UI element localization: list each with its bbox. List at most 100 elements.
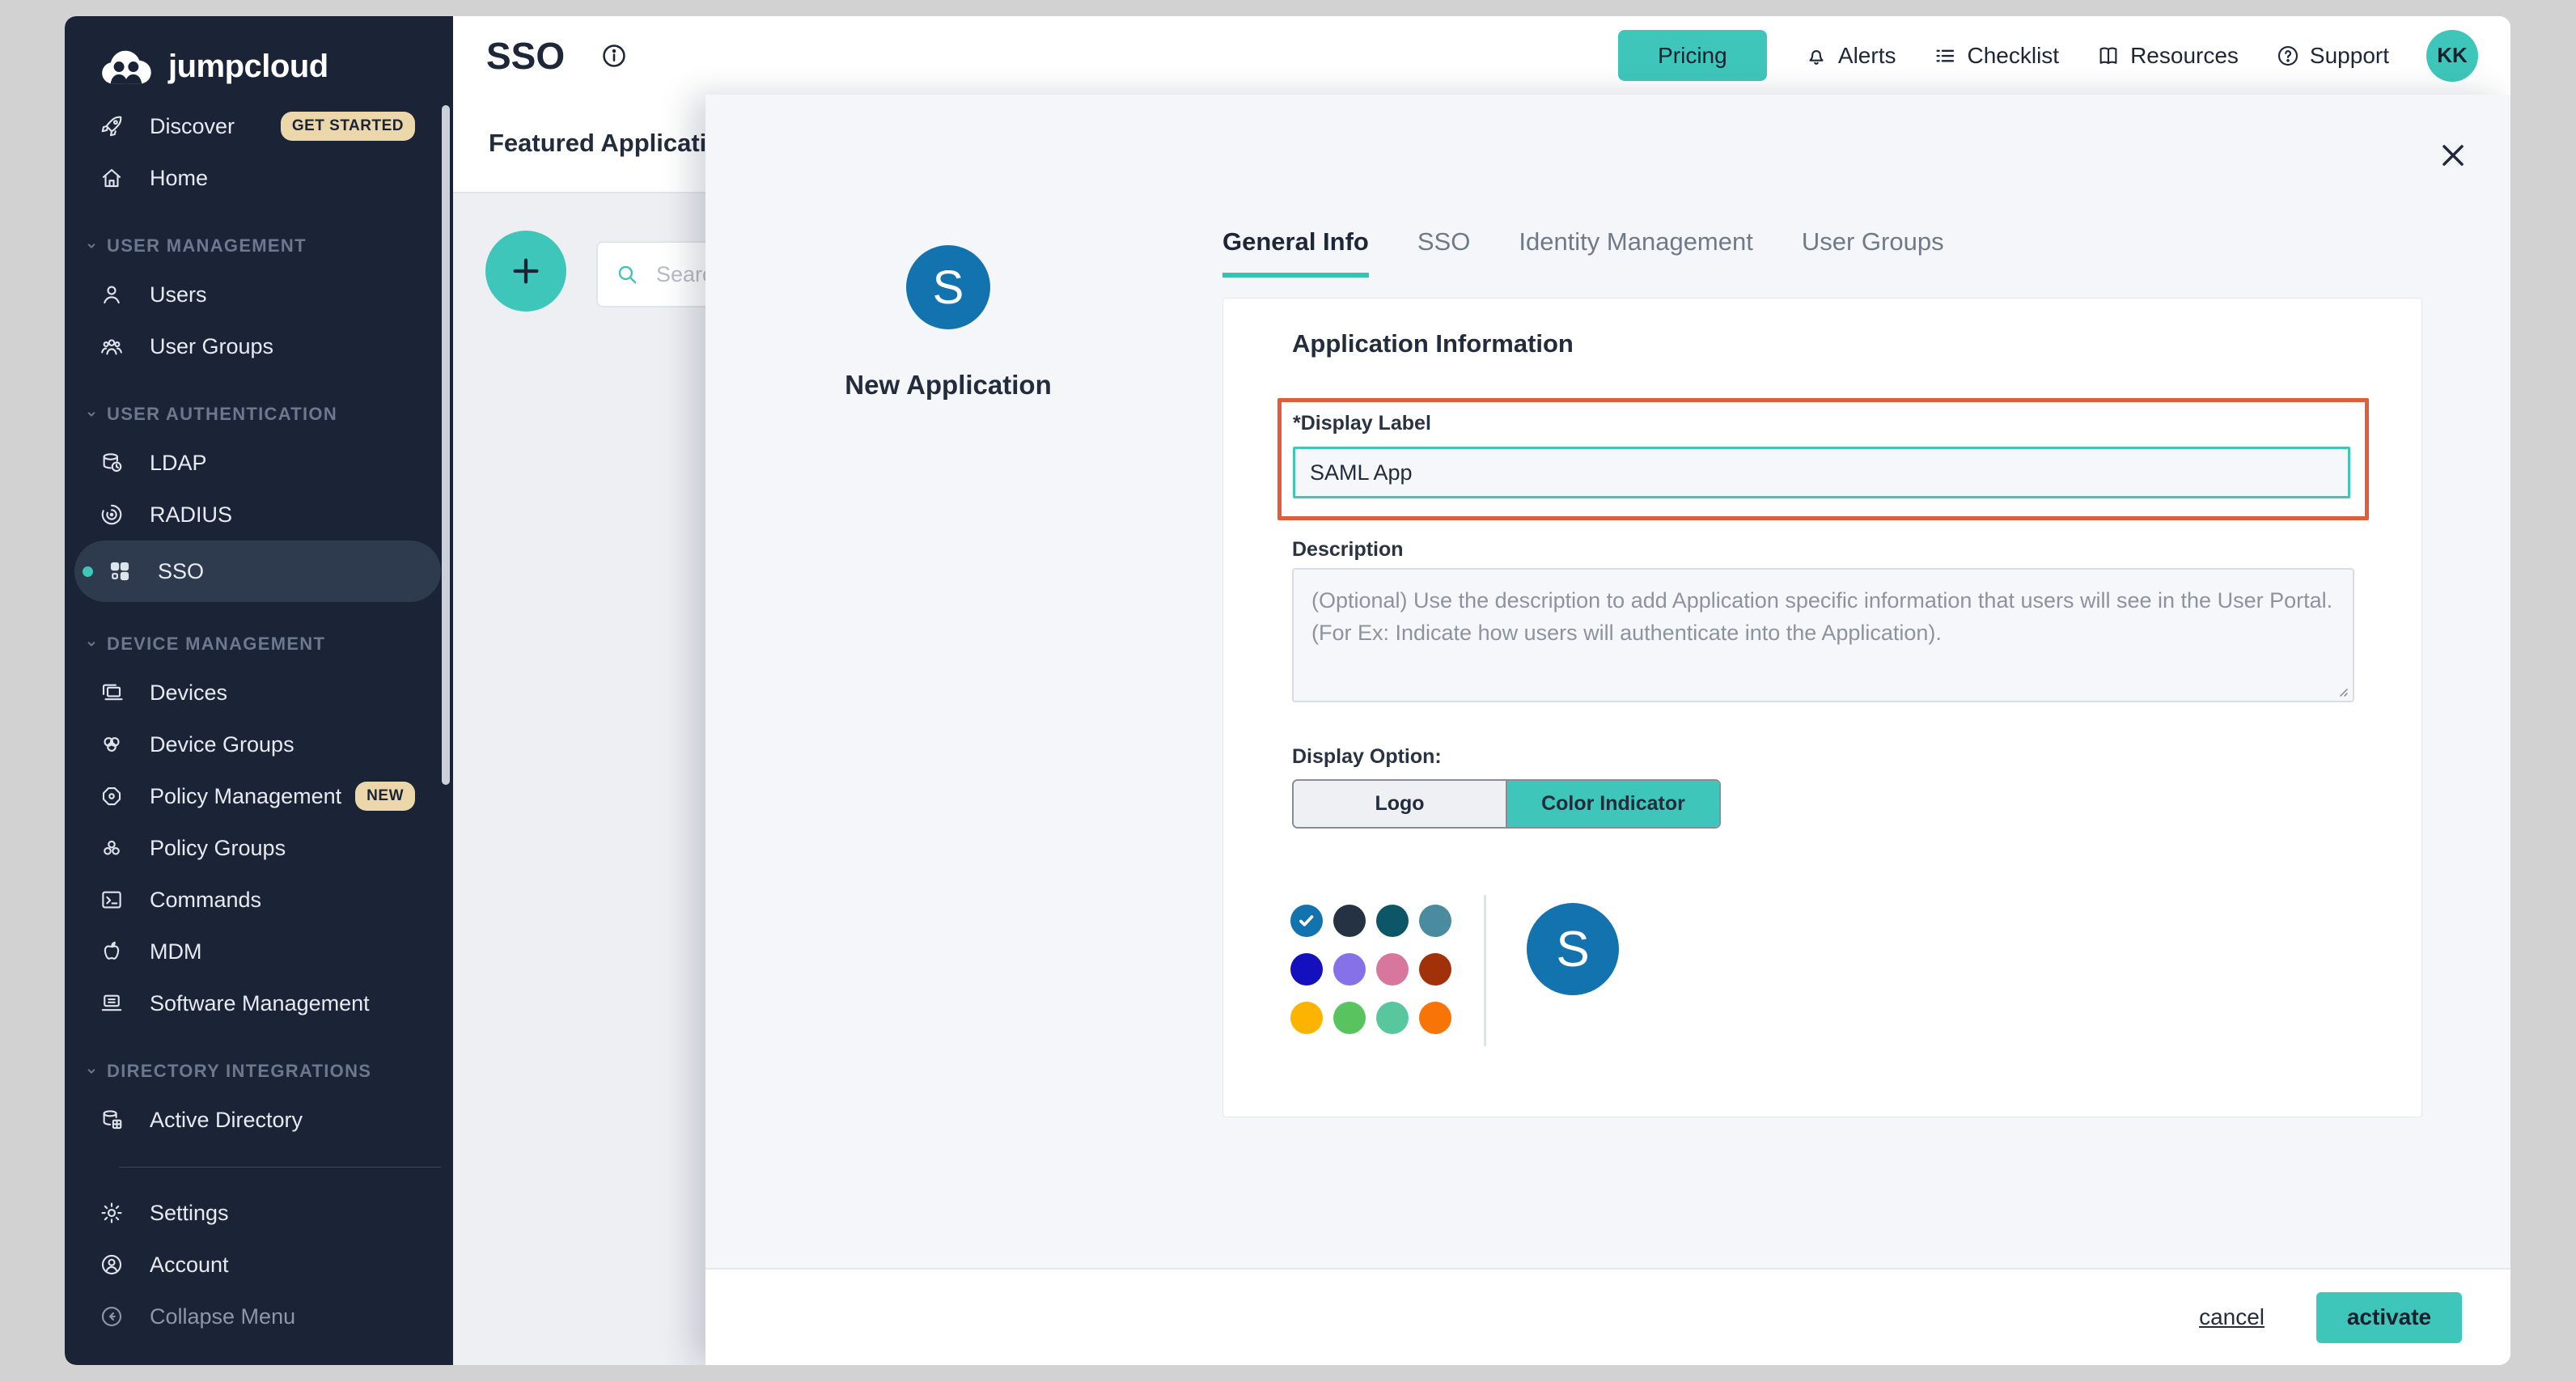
app-initial-circle: S: [906, 245, 990, 329]
sidebar-item-sso[interactable]: SSO: [74, 541, 441, 602]
sidebar-item-discover[interactable]: Discover GET STARTED: [65, 100, 453, 152]
display-option-label: Display Option:: [1292, 745, 1442, 769]
close-icon[interactable]: [2435, 138, 2471, 173]
tab-sso[interactable]: SSO: [1417, 227, 1470, 278]
sidebar-item-label: SSO: [158, 559, 204, 584]
display-label-label: *Display Label: [1293, 412, 1431, 435]
info-icon[interactable]: [600, 42, 628, 70]
sidebar-item-policy-management[interactable]: Policy Management NEW: [65, 770, 453, 822]
support-button[interactable]: Support: [2276, 43, 2389, 69]
sidebar-nav: Discover GET STARTED Home USER MANAGEMEN…: [65, 100, 453, 1342]
color-swatch[interactable]: [1333, 905, 1366, 937]
sidebar-section-user-authentication[interactable]: USER AUTHENTICATION: [65, 392, 453, 437]
person-circle-icon: [100, 1253, 124, 1277]
sidebar-item-label: Settings: [150, 1201, 229, 1226]
grid-icon: [108, 559, 132, 583]
color-preview-circle: S: [1527, 903, 1619, 995]
sidebar-scrollbar[interactable]: [442, 105, 450, 785]
cluster-icon: [100, 836, 124, 860]
apple-icon: [100, 939, 124, 964]
sidebar-item-label: Device Groups: [150, 732, 294, 757]
jumpcloud-cloud-icon: [97, 47, 157, 86]
sidebar-item-label: MDM: [150, 939, 201, 964]
sidebar-item-software-management[interactable]: Software Management: [65, 977, 453, 1029]
color-swatch[interactable]: [1333, 953, 1366, 986]
cancel-button[interactable]: cancel: [2199, 1304, 2265, 1330]
sidebar-item-label: Active Directory: [150, 1108, 303, 1133]
get-started-badge: GET STARTED: [281, 112, 415, 141]
sidebar-item-devices[interactable]: Devices: [65, 667, 453, 719]
sidebar-item-mdm[interactable]: MDM: [65, 926, 453, 977]
app-identity: S New Application: [786, 245, 1110, 401]
radar-icon: [100, 502, 124, 527]
sidebar-item-device-groups[interactable]: Device Groups: [65, 719, 453, 770]
sidebar-item-radius[interactable]: RADIUS: [65, 489, 453, 541]
sidebar-item-commands[interactable]: Commands: [65, 874, 453, 926]
activate-button[interactable]: activate: [2316, 1292, 2462, 1343]
tab-user-groups[interactable]: User Groups: [1802, 227, 1944, 278]
color-swatch[interactable]: [1376, 905, 1409, 937]
color-swatch[interactable]: [1419, 905, 1451, 937]
jumpcloud-logo-text: jumpcloud: [168, 49, 328, 85]
alerts-button[interactable]: Alerts: [1804, 43, 1896, 69]
color-swatch[interactable]: [1290, 1002, 1323, 1034]
avatar[interactable]: KK: [2426, 30, 2478, 82]
sidebar-item-label: Devices: [150, 680, 227, 706]
color-swatch[interactable]: [1376, 953, 1409, 986]
sidebar-item-settings[interactable]: Settings: [65, 1187, 453, 1239]
chevron-down-icon: [83, 636, 100, 652]
active-indicator-dot: [83, 566, 93, 577]
sidebar-section-directory-integrations[interactable]: DIRECTORY INTEGRATIONS: [65, 1049, 453, 1094]
sidebar-item-label: Discover: [150, 114, 235, 139]
sidebar-item-label: User Groups: [150, 334, 273, 359]
sidebar-item-account[interactable]: Account: [65, 1239, 453, 1291]
check-icon: [1296, 910, 1317, 931]
collapse-icon: [100, 1304, 124, 1329]
tab-general-info[interactable]: General Info: [1222, 227, 1369, 278]
add-application-button[interactable]: [485, 231, 566, 312]
color-swatch[interactable]: [1290, 953, 1323, 986]
sidebar-section-user-management[interactable]: USER MANAGEMENT: [65, 223, 453, 269]
color-swatch[interactable]: [1333, 1002, 1366, 1034]
venn-icon: [100, 732, 124, 757]
sidebar-item-home[interactable]: Home: [65, 152, 453, 204]
laptop-grid-icon: [100, 991, 124, 1015]
sidebar-item-label: Commands: [150, 888, 261, 913]
sidebar-item-users[interactable]: Users: [65, 269, 453, 320]
checklist-button[interactable]: Checklist: [1933, 43, 2059, 69]
sidebar-item-collapse-menu[interactable]: Collapse Menu: [65, 1291, 453, 1342]
help-icon: [2276, 44, 2300, 68]
sidebar-item-ldap[interactable]: LDAP: [65, 437, 453, 489]
modal-tabs: General Info SSO Identity Management Use…: [1222, 227, 1944, 278]
sidebar-item-active-directory[interactable]: Active Directory: [65, 1094, 453, 1146]
color-swatch[interactable]: [1419, 953, 1451, 986]
sidebar-section-device-management[interactable]: DEVICE MANAGEMENT: [65, 621, 453, 667]
logo-option[interactable]: Logo: [1294, 781, 1507, 827]
gear-icon: [100, 1201, 124, 1225]
application-information-card: Application Information *Display Label D…: [1222, 298, 2422, 1117]
sidebar: jumpcloud Discover GET STARTED Home: [65, 16, 453, 1365]
description-label: Description: [1292, 538, 1404, 562]
sidebar-item-user-groups[interactable]: User Groups: [65, 320, 453, 372]
devices-icon: [100, 680, 124, 705]
chevron-down-icon: [83, 1063, 100, 1079]
color-indicator-option[interactable]: Color Indicator: [1507, 781, 1719, 827]
color-swatch[interactable]: [1376, 1002, 1409, 1034]
color-swatch-selected[interactable]: [1290, 905, 1323, 937]
resources-button[interactable]: Resources: [2096, 43, 2239, 69]
card-heading: Application Information: [1292, 329, 1574, 358]
pricing-button[interactable]: Pricing: [1618, 30, 1767, 81]
sidebar-item-label: Collapse Menu: [150, 1304, 295, 1329]
user-icon: [100, 282, 124, 307]
display-label-input[interactable]: [1293, 447, 2350, 498]
sidebar-item-label: Policy Groups: [150, 836, 286, 861]
sidebar-item-policy-groups[interactable]: Policy Groups: [65, 822, 453, 874]
book-icon: [2096, 44, 2121, 68]
color-swatch[interactable]: [1419, 1002, 1451, 1034]
user-group-icon: [100, 334, 124, 358]
chevron-down-icon: [83, 238, 100, 254]
tab-identity-management[interactable]: Identity Management: [1519, 227, 1753, 278]
description-textarea[interactable]: [1292, 568, 2354, 702]
display-option-toggle: Logo Color Indicator: [1292, 779, 1721, 829]
color-swatch-grid: [1290, 905, 1451, 1034]
